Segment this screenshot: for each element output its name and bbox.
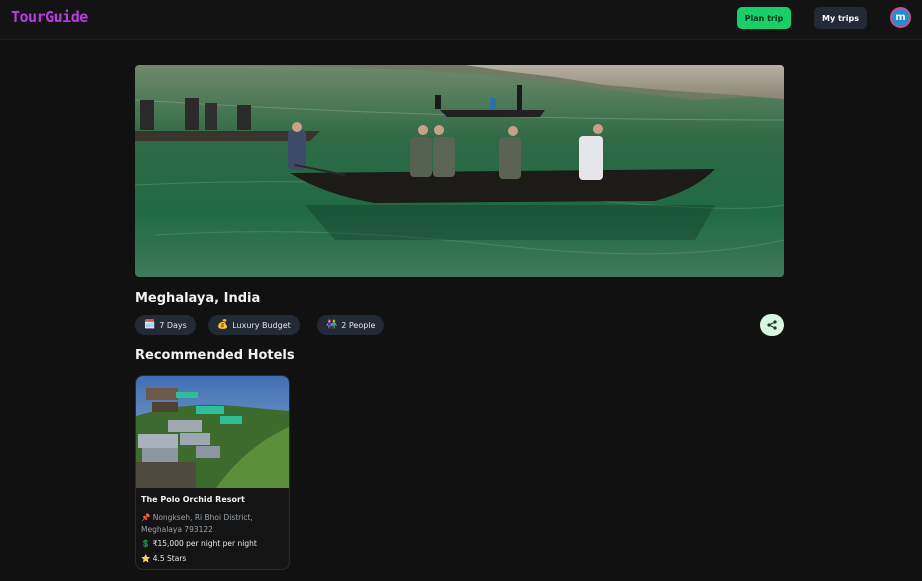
people-icon: 👫 — [326, 320, 338, 330]
app-logo[interactable]: TourGuide — [11, 8, 88, 26]
my-trips-button[interactable]: My trips — [814, 7, 867, 29]
lake-boats-photo — [135, 65, 784, 277]
star-icon: ⭐ — [141, 554, 151, 563]
calendar-icon: 🗓️ — [144, 320, 156, 330]
chip-budget-label: Luxury Budget — [232, 320, 291, 330]
hotel-card[interactable]: The Polo Orchid Resort 📌 Nongkseh, Ri Bh… — [135, 375, 290, 570]
share-icon — [767, 320, 777, 330]
destination-hero-image — [135, 65, 784, 277]
hotel-photo — [136, 376, 289, 488]
chip-budget: 💰 Luxury Budget — [208, 315, 300, 335]
top-nav: TourGuide Plan trip My trips m — [0, 0, 922, 40]
pin-icon: 📌 — [141, 513, 151, 522]
hotel-price-text: ₹15,000 per night per night — [152, 539, 257, 548]
money-bag-icon: 💰 — [217, 320, 229, 330]
hotel-address-text: Nongkseh, Ri Bhoi District, Meghalaya 79… — [141, 513, 253, 534]
user-avatar[interactable]: m — [890, 7, 911, 28]
share-button[interactable] — [760, 314, 784, 336]
chip-travelers-label: 2 People — [341, 320, 376, 330]
chip-days: 🗓️ 7 Days — [135, 315, 196, 335]
hotel-name: The Polo Orchid Resort — [141, 495, 245, 504]
hotel-address: 📌 Nongkseh, Ri Bhoi District, Meghalaya … — [141, 512, 281, 535]
recommended-hotels-heading: Recommended Hotels — [135, 348, 295, 363]
hotel-rating: ⭐ 4.5 Stars — [141, 554, 186, 563]
chip-travelers: 👫 2 People — [317, 315, 385, 335]
destination-title: Meghalaya, India — [135, 291, 261, 306]
plan-trip-button[interactable]: Plan trip — [737, 7, 791, 29]
hotel-price: 💲 ₹15,000 per night per night — [141, 539, 257, 548]
hotel-rating-text: 4.5 Stars — [152, 554, 187, 563]
dollar-icon: 💲 — [141, 539, 151, 548]
chip-days-label: 7 Days — [159, 320, 187, 330]
